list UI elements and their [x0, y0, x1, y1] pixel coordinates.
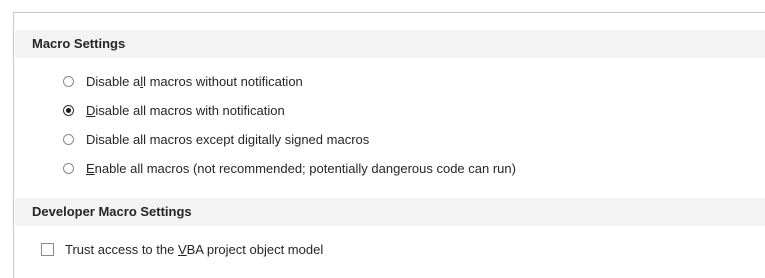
radio-label[interactable]: Disable all macros without notification — [86, 74, 303, 89]
macro-settings-header: Macro Settings — [15, 30, 765, 58]
macro-settings-title: Macro Settings — [32, 36, 126, 51]
radio-button[interactable] — [63, 133, 74, 145]
settings-panel: Macro Settings Disable all macros withou… — [13, 12, 765, 278]
radio-disable-all-without-notification[interactable]: Disable all macros without notification — [63, 71, 303, 91]
trust-vba-access-checkbox-row[interactable]: Trust access to the VBA project object m… — [41, 239, 323, 259]
radio-button-selected[interactable] — [63, 104, 74, 116]
radio-label[interactable]: Enable all macros (not recommended; pote… — [86, 161, 516, 176]
trust-vba-access-checkbox[interactable] — [41, 242, 54, 256]
radio-button[interactable] — [63, 162, 74, 174]
radio-label[interactable]: Disable all macros with notification — [86, 103, 285, 118]
trust-vba-access-label[interactable]: Trust access to the VBA project object m… — [65, 242, 323, 257]
developer-macro-settings-title: Developer Macro Settings — [32, 204, 192, 219]
trust-center-macro-settings: Macro Settings Disable all macros withou… — [0, 0, 765, 278]
radio-label[interactable]: Disable all macros except digitally sign… — [86, 132, 369, 147]
radio-button[interactable] — [63, 75, 74, 87]
radio-disable-except-signed[interactable]: Disable all macros except digitally sign… — [63, 129, 369, 149]
radio-disable-all-with-notification[interactable]: Disable all macros with notification — [63, 100, 285, 120]
developer-macro-settings-header: Developer Macro Settings — [15, 198, 765, 226]
radio-enable-all-macros[interactable]: Enable all macros (not recommended; pote… — [63, 158, 516, 178]
